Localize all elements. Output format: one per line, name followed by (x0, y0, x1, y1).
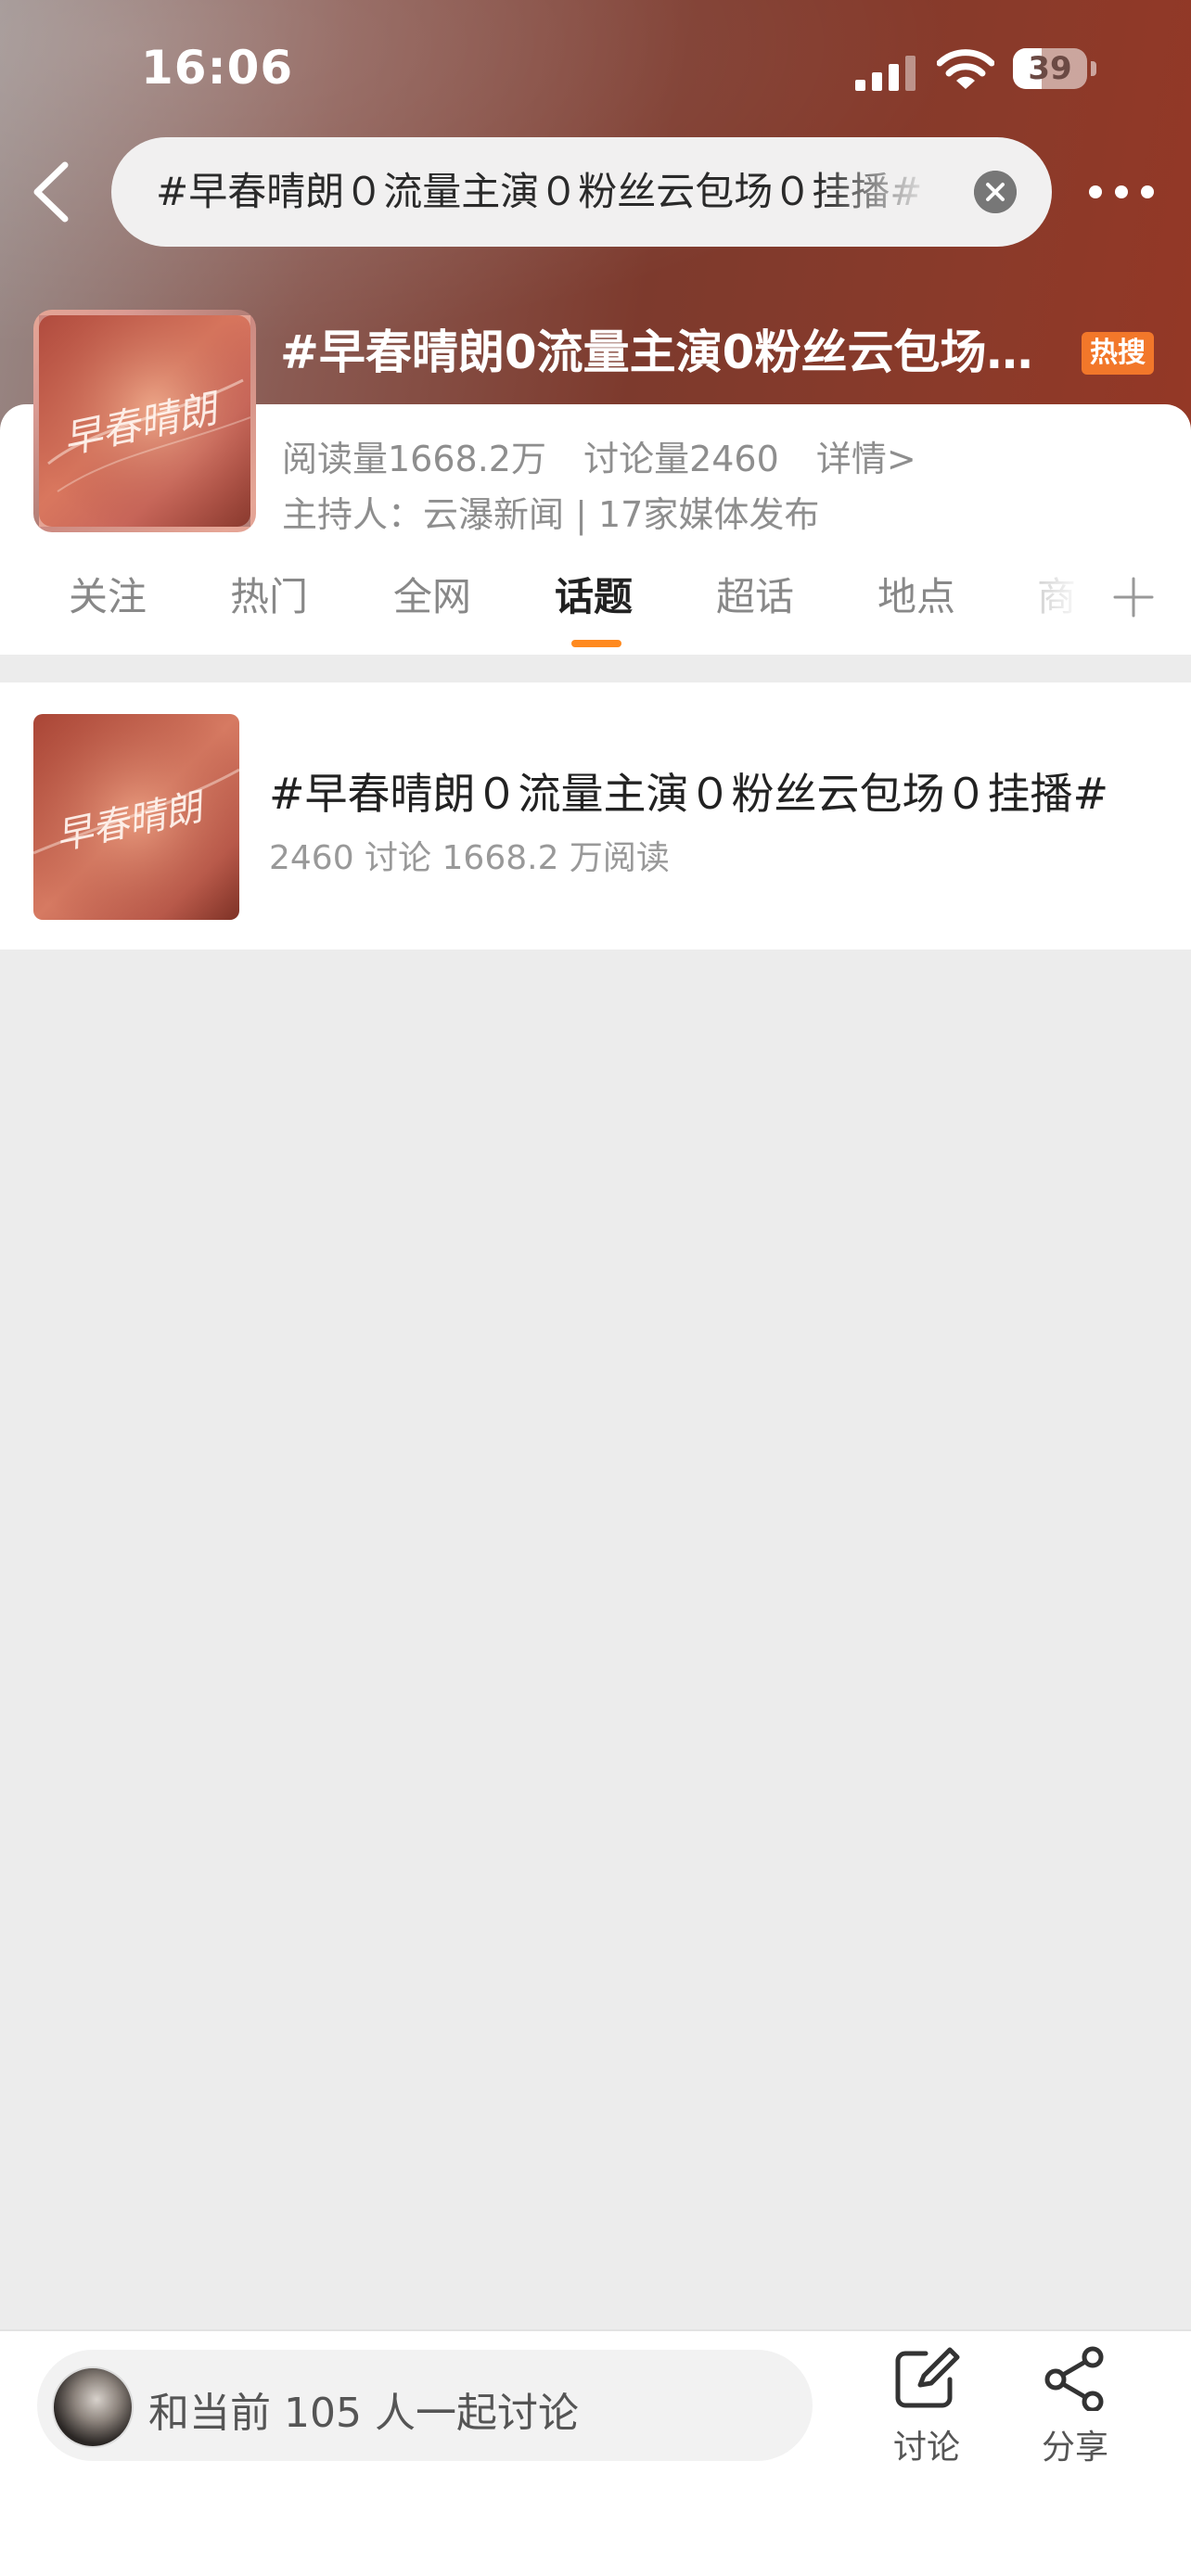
read-count: 阅读量1668.2万 (282, 439, 546, 479)
status-time: 16:06 (141, 41, 294, 95)
clear-search-icon[interactable] (974, 171, 1017, 213)
wifi-icon (937, 49, 994, 89)
topic-title: #早春晴朗0流量主演0粉丝云包场0挂播# (280, 325, 1041, 379)
tab-super-topic[interactable]: 超话 (716, 566, 794, 622)
tab-topics[interactable]: 话题 (555, 566, 633, 622)
home-indicator (0, 2548, 1191, 2576)
tab-follow[interactable]: 关注 (69, 566, 147, 622)
avatar (52, 2366, 134, 2448)
compose-placeholder: 和当前 105 人一起讨论 (148, 2390, 579, 2437)
tab-all-web[interactable]: 全网 (393, 566, 471, 622)
battery-cap (1091, 61, 1096, 76)
search-input[interactable]: #早春晴朗０流量主演０粉丝云包场０挂播# (111, 137, 1052, 247)
battery-percentage: 39 (1028, 50, 1072, 87)
tab-hot[interactable]: 热门 (230, 566, 308, 622)
share-label: 分享 (1041, 2429, 1108, 2467)
discuss-button[interactable]: 讨论 (876, 2346, 978, 2468)
topic-cover-image[interactable]: 早春晴朗 (33, 310, 256, 532)
hot-search-badge: 热搜 (1082, 332, 1154, 375)
section-divider (0, 655, 1191, 682)
cellular-signal-icon (855, 56, 916, 91)
share-button[interactable]: 分享 (1024, 2346, 1126, 2468)
battery-icon: 39 (1013, 48, 1087, 89)
discuss-label: 讨论 (892, 2429, 960, 2467)
result-title[interactable]: #早春晴朗０流量主演０粉丝云包场０挂播# (269, 760, 1108, 822)
result-stats: 2460 讨论 1668.2 万阅读 (269, 839, 670, 877)
share-icon (1044, 2346, 1104, 2411)
discussion-count: 讨论量2460 (583, 439, 779, 479)
topic-stats: 阅读量1668.2万 讨论量2460 详情> (282, 430, 942, 481)
topic-host-info: 主持人：云瀑新闻 | 17家媒体发布 (282, 494, 820, 535)
tab-places[interactable]: 地点 (877, 566, 955, 622)
tab-overflow-fade (1030, 560, 1085, 634)
edit-icon (895, 2347, 960, 2408)
search-query-text: #早春晴朗０流量主演０粉丝云包场０挂播# (156, 169, 923, 214)
active-tab-indicator (571, 640, 621, 647)
more-options-icon[interactable] (1087, 176, 1156, 208)
result-thumbnail[interactable]: 早春晴朗 (33, 714, 239, 920)
details-link[interactable]: 详情> (816, 439, 916, 479)
back-arrow-icon[interactable] (24, 159, 80, 224)
add-tab-icon[interactable] (1111, 575, 1156, 619)
